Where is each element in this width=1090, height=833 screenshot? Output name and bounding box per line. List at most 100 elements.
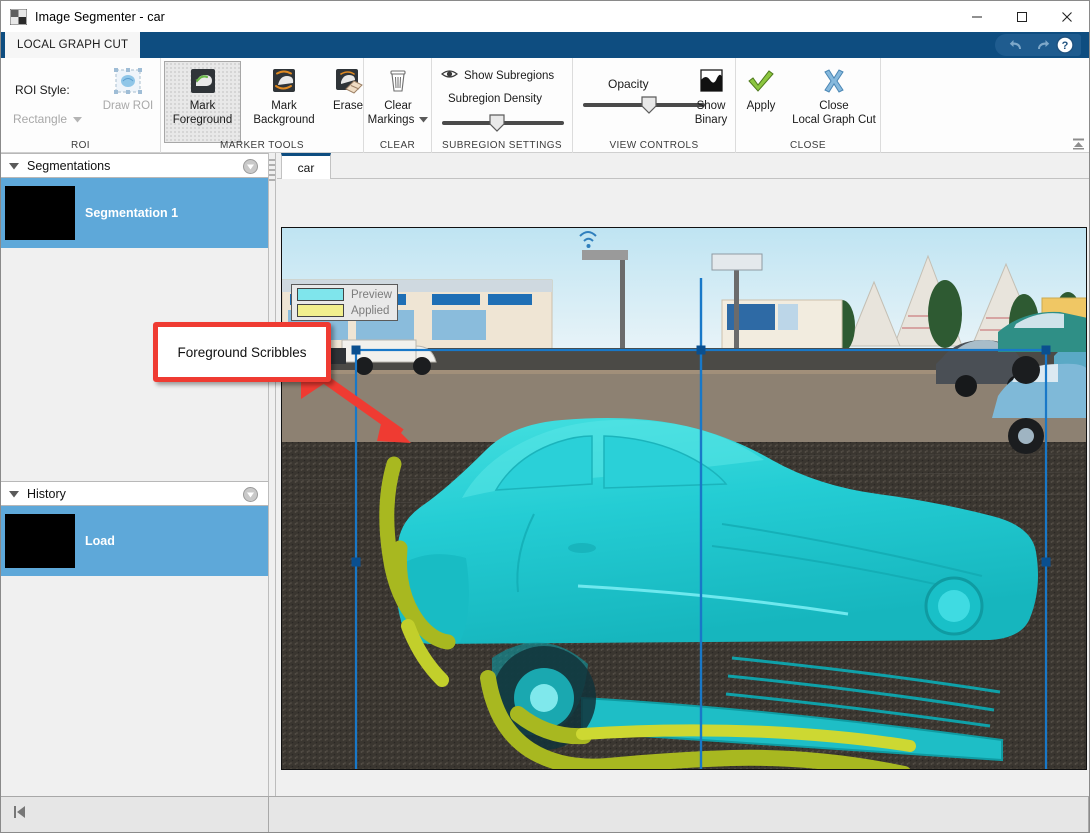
status-bar xyxy=(1,796,1089,832)
check-icon xyxy=(745,67,777,97)
opacity-label: Opacity xyxy=(608,77,649,91)
ribbon-group-title-roi: ROI xyxy=(71,140,90,151)
window-controls xyxy=(954,1,1089,32)
history-panel-menu-icon[interactable] xyxy=(243,487,258,502)
slider-thumb[interactable] xyxy=(641,96,657,114)
svg-text:?: ? xyxy=(1062,40,1069,52)
segmentation-thumbnail xyxy=(5,186,75,240)
mark-foreground-icon xyxy=(187,67,219,97)
chevron-down-icon xyxy=(73,110,83,128)
sidebar: Segmentations Segmentation 1 History Loa… xyxy=(1,153,268,796)
caret-down-icon[interactable] xyxy=(9,485,19,503)
window-title: Image Segmenter - car xyxy=(35,9,165,24)
document-tab-car[interactable]: car xyxy=(281,153,331,179)
sidebar-splitter[interactable] xyxy=(268,153,276,796)
ribbon-group-view-controls: Opacity Show Binary VIEW CONTROLS xyxy=(573,58,736,153)
roi-style-dropdown[interactable]: Rectangle xyxy=(13,110,83,128)
mark-background-button[interactable]: Mark Background xyxy=(245,62,323,127)
ribbon-group-title-view-controls: VIEW CONTROLS xyxy=(609,140,699,151)
clear-markings-label-line1: Clear xyxy=(384,100,412,112)
ribbon-group-subregion-settings: Show Subregions Subregion Density SUBREG… xyxy=(432,58,573,153)
ribbon-group-title-close: CLOSE xyxy=(790,140,826,151)
show-binary-button[interactable]: Show Binary xyxy=(689,62,733,127)
ribbon-group-marker-tools: Mark Foreground Mark Background Erase MA… xyxy=(161,58,364,153)
tab-local-graph-cut[interactable]: LOCAL GRAPH CUT xyxy=(5,32,141,58)
roi-style-label: ROI Style: xyxy=(15,83,70,97)
history-thumbnail xyxy=(5,514,75,568)
caret-down-icon[interactable] xyxy=(9,157,19,175)
close-local-graph-cut-button[interactable]: Close Local Graph Cut xyxy=(788,62,880,127)
trash-icon xyxy=(382,67,414,97)
erase-label: Erase xyxy=(332,100,364,112)
close-label-line2: Local Graph Cut xyxy=(792,113,876,126)
close-button[interactable] xyxy=(1044,1,1089,32)
undo-icon[interactable] xyxy=(1006,35,1028,55)
draw-roi-button[interactable]: Draw ROI xyxy=(101,62,155,114)
clear-markings-label-line2: Markings xyxy=(367,113,415,126)
segmentations-panel-menu-icon[interactable] xyxy=(243,159,258,174)
splitter-grip-icon xyxy=(269,159,275,181)
collapse-panel-icon[interactable] xyxy=(13,805,27,824)
mark-background-icon xyxy=(268,67,300,97)
roi-style-value: Rectangle xyxy=(13,112,68,126)
close-x-icon xyxy=(818,67,850,97)
segmentation-label: Segmentation 1 xyxy=(85,206,179,220)
subregion-density-label: Subregion Density xyxy=(448,93,542,105)
image-segmenter-window: Image Segmenter - car LOCAL GRAPH CUT ? … xyxy=(0,0,1090,833)
ribbon-collapse-icon[interactable] xyxy=(1070,137,1086,151)
draw-roi-label: Draw ROI xyxy=(102,100,154,112)
document-tab-bar: car xyxy=(277,153,1089,179)
close-label-line1: Close xyxy=(819,100,849,112)
history-panel-header[interactable]: History xyxy=(1,481,268,506)
apply-label: Apply xyxy=(746,100,776,112)
mark-foreground-label-line2: Foreground xyxy=(172,113,233,126)
show-binary-label-line2: Binary xyxy=(694,113,728,126)
show-subregions-toggle[interactable]: Show Subregions xyxy=(441,67,554,85)
draw-roi-icon xyxy=(112,67,144,97)
show-subregions-label: Show Subregions xyxy=(464,70,555,82)
subregion-density-slider[interactable] xyxy=(442,114,564,132)
title-bar: Image Segmenter - car xyxy=(1,1,1089,32)
annotation-callout: Foreground Scribbles xyxy=(153,322,331,382)
mark-background-label-line2: Background xyxy=(253,113,315,126)
slider-thumb[interactable] xyxy=(489,114,505,132)
eye-icon xyxy=(441,67,458,85)
list-item[interactable]: Load xyxy=(1,506,268,576)
roi-rectangle[interactable] xyxy=(282,228,1087,770)
maximize-button[interactable] xyxy=(999,1,1044,32)
ribbon-group-close: Apply Close Local Graph Cut CLOSE xyxy=(736,58,881,153)
ribbon-group-title-marker-tools: MARKER TOOLS xyxy=(220,140,304,151)
ribbon-group-title-clear: CLEAR xyxy=(379,140,416,151)
opacity-slider[interactable] xyxy=(583,96,705,114)
status-cell-left xyxy=(1,797,269,832)
ribbon-tab-strip: LOCAL GRAPH CUT ? xyxy=(1,32,1089,58)
apply-button[interactable]: Apply xyxy=(736,62,786,114)
chevron-down-icon[interactable] xyxy=(419,114,429,128)
show-binary-icon xyxy=(695,67,727,97)
legend-row-applied: Applied xyxy=(297,304,392,317)
segmentation-image[interactable]: Preview Applied xyxy=(281,227,1087,770)
mark-foreground-label-line1: Mark xyxy=(189,100,216,112)
status-cell-main xyxy=(269,797,1089,832)
annotation-callout-text: Foreground Scribbles xyxy=(177,344,307,360)
quick-access-toolbar: ? xyxy=(995,34,1081,56)
legend-swatch-applied xyxy=(297,304,344,317)
erase-icon xyxy=(332,67,364,97)
ribbon: ROI Style: Rectangle Draw ROI ROI Mark F… xyxy=(1,58,1089,153)
help-icon[interactable]: ? xyxy=(1054,35,1076,55)
history-label: Load xyxy=(85,534,115,548)
ribbon-group-clear: Clear Markings CLEAR xyxy=(364,58,432,153)
ribbon-group-roi: ROI Style: Rectangle Draw ROI ROI xyxy=(1,58,161,153)
list-item[interactable]: Segmentation 1 xyxy=(1,178,268,248)
history-panel-body: Load xyxy=(1,506,268,736)
redo-icon[interactable] xyxy=(1030,35,1052,55)
minimize-button[interactable] xyxy=(954,1,999,32)
history-panel-title: History xyxy=(27,486,66,501)
clear-markings-button[interactable]: Clear Markings xyxy=(366,62,430,127)
app-icon xyxy=(9,8,28,25)
segmentations-panel-header[interactable]: Segmentations xyxy=(1,153,268,178)
mark-foreground-button[interactable]: Mark Foreground xyxy=(164,61,241,143)
overlay-legend: Preview Applied xyxy=(291,284,398,321)
legend-label-applied: Applied xyxy=(351,304,390,317)
ribbon-group-title-subregion-settings: SUBREGION SETTINGS xyxy=(442,140,562,151)
